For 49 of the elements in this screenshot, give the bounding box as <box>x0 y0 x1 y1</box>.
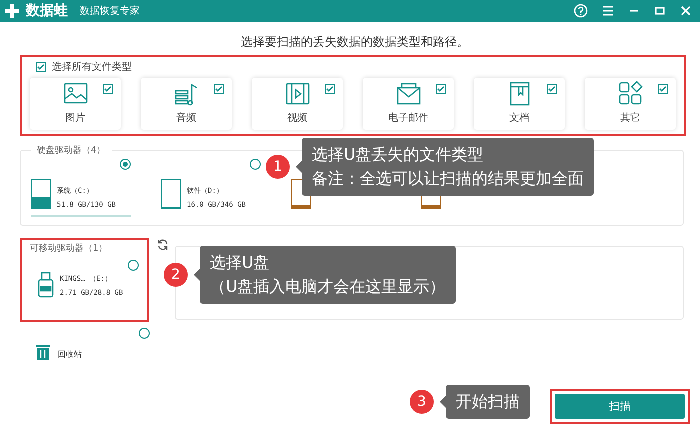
music-note-icon <box>174 81 200 107</box>
file-type-card[interactable]: 电子邮件 <box>363 78 454 130</box>
envelope-icon <box>396 81 422 107</box>
menu-icon <box>602 5 614 17</box>
select-all-label: 选择所有文件类型 <box>52 60 132 74</box>
radio-button[interactable] <box>250 159 261 170</box>
help-icon <box>574 4 588 18</box>
app-name: 数据蛙 <box>26 2 68 20</box>
callout-tooltip: 选择U盘丢失的文件类型 备注：全选可以让扫描的结果更加全面 <box>302 138 594 196</box>
recycle-bin-label: 回收站 <box>58 349 82 360</box>
file-type-card[interactable]: 音频 <box>141 78 232 130</box>
close-button[interactable] <box>680 5 692 17</box>
instruction-heading: 选择要扫描的丢失数据的数据类型和路径。 <box>240 34 470 51</box>
callout-tooltip: 选择U盘 （U盘插入电脑才会在这里显示） <box>200 246 456 304</box>
grid-shapes-icon <box>618 81 644 107</box>
close-icon <box>680 5 692 17</box>
menu-button[interactable] <box>602 5 614 17</box>
trash-icon <box>36 344 50 360</box>
checkbox[interactable] <box>658 84 668 94</box>
section-title: 硬盘驱动器（4） <box>31 144 112 157</box>
checkbox[interactable] <box>436 84 446 94</box>
maximize-icon <box>654 5 666 17</box>
maximize-button[interactable] <box>654 5 666 17</box>
usb-drive-icon <box>38 272 54 298</box>
section-title: 可移动驱动器（1） <box>30 242 108 255</box>
callout-tooltip: 开始扫描 <box>446 385 530 419</box>
radio-button[interactable] <box>139 328 150 339</box>
file-type-card[interactable]: 文档 <box>474 78 565 130</box>
checkbox[interactable] <box>325 84 335 94</box>
drive-icon <box>31 179 51 209</box>
radio-button[interactable] <box>120 159 131 170</box>
file-type-card[interactable]: 图片 <box>30 78 121 130</box>
checkbox[interactable] <box>214 84 224 94</box>
step-number-badge: 1 <box>266 155 290 179</box>
file-type-card[interactable]: 其它 <box>585 78 676 130</box>
step-number-badge: 3 <box>410 390 434 414</box>
help-button[interactable] <box>574 4 588 18</box>
logo-icon <box>4 3 20 19</box>
film-icon <box>284 81 310 107</box>
checkbox[interactable] <box>547 84 557 94</box>
file-type-card[interactable]: 视频 <box>252 78 343 130</box>
step-number-badge: 2 <box>164 263 188 287</box>
checkbox[interactable] <box>103 84 113 94</box>
scan-button[interactable]: 扫描 <box>555 394 685 419</box>
app-subtitle: 数据恢复专家 <box>80 4 141 18</box>
refresh-icon[interactable] <box>157 239 169 251</box>
drive-icon <box>161 179 181 209</box>
radio-button[interactable] <box>128 260 139 271</box>
checkbox[interactable] <box>36 62 46 72</box>
